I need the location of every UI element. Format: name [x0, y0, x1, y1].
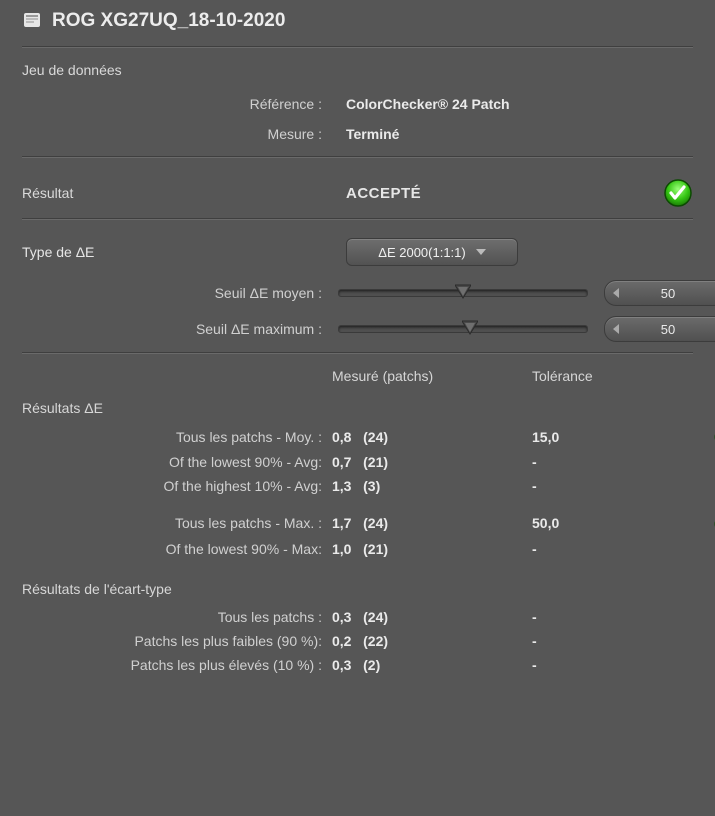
row-status: - [692, 454, 715, 470]
max-threshold-label: Seuil ΔE maximum : [22, 321, 322, 337]
measure-label: Mesure : [22, 126, 322, 142]
results-table: Mesuré (patchs) Tolérance Résultats ΔE T… [22, 368, 693, 673]
row-status: - [692, 478, 715, 494]
row-label: Of the lowest 90% - Max: [22, 541, 322, 557]
divider [22, 218, 693, 220]
row-label: Tous les patchs : [22, 609, 322, 625]
title-bar: ROG XG27UQ_18-10-2020 [22, 8, 693, 42]
avg-threshold-slider[interactable] [338, 289, 588, 297]
row-tolerance: - [532, 541, 682, 557]
divider [22, 352, 693, 354]
row-status [692, 428, 715, 446]
arrow-left-icon[interactable] [613, 324, 619, 334]
row-label: Of the highest 10% - Avg: [22, 478, 322, 494]
row-label: Patchs les plus élevés (10 %) : [22, 657, 322, 673]
row-label: Tous les patchs - Moy. : [22, 429, 322, 445]
measured-header: Mesuré (patchs) [332, 368, 522, 384]
row-measured: 0,3 (2) [332, 657, 522, 673]
deltaE-results-heading: Résultats ΔE [22, 400, 693, 416]
table-row: Of the highest 10% - Avg:1,3 (3)-- [22, 478, 693, 494]
reference-label: Référence : [22, 96, 322, 112]
table-row: Patchs les plus élevés (10 %) :0,3 (2)-- [22, 657, 693, 673]
row-tolerance: - [532, 609, 682, 625]
slider-thumb-icon[interactable] [455, 283, 471, 299]
checkmark-icon [663, 178, 693, 208]
avg-threshold-label: Seuil ΔE moyen : [22, 285, 322, 301]
row-tolerance: 50,0 [532, 515, 682, 531]
result-label: Résultat [22, 185, 322, 201]
max-threshold-value: 50 [661, 322, 675, 337]
stddev-results-heading: Résultats de l'écart-type [22, 581, 693, 597]
row-tolerance: - [532, 633, 682, 649]
row-status [692, 514, 715, 532]
reference-value: ColorChecker® 24 Patch [346, 96, 693, 112]
row-measured: 0,7 (21) [332, 454, 522, 470]
row-tolerance: 15,0 [532, 429, 682, 445]
row-tolerance: - [532, 478, 682, 494]
avg-threshold-value: 50 [661, 286, 675, 301]
chevron-down-icon [476, 249, 486, 255]
tolerance-header: Tolérance [532, 368, 682, 384]
table-row: Tous les patchs :0,3 (24)-- [22, 609, 693, 625]
row-measured: 0,3 (24) [332, 609, 522, 625]
row-measured: 1,3 (3) [332, 478, 522, 494]
row-status: - [692, 541, 715, 557]
deltaE-type-dropdown[interactable]: ΔE 2000(1:1:1) [346, 238, 518, 266]
page-title: ROG XG27UQ_18-10-2020 [52, 10, 285, 32]
avg-threshold-stepper[interactable]: 50 [604, 280, 715, 306]
arrow-left-icon[interactable] [613, 288, 619, 298]
row-label: Tous les patchs - Max. : [22, 515, 322, 531]
deltaE-type-value: ΔE 2000(1:1:1) [378, 245, 465, 260]
row-measured: 1,7 (24) [332, 515, 522, 531]
divider [22, 156, 693, 158]
divider [22, 46, 693, 48]
table-row: Of the lowest 90% - Max:1,0 (21)-- [22, 541, 693, 557]
row-measured: 1,0 (21) [332, 541, 522, 557]
table-row: Patchs les plus faibles (90 %): 0,2 (22)-… [22, 633, 693, 649]
deltaE-type-label: Type de ΔE [22, 244, 322, 260]
row-measured: 0,8 (24) [332, 429, 522, 445]
row-status: - [692, 609, 715, 625]
result-value: ACCEPTÉ [346, 185, 625, 202]
row-status: - [692, 657, 715, 673]
row-measured: 0,2 (22) [332, 633, 522, 649]
table-row: Tous les patchs - Moy. : 0,8 (24) 15,0 [22, 428, 693, 446]
max-threshold-slider[interactable] [338, 325, 588, 333]
row-label: Of the lowest 90% - Avg: [22, 454, 322, 470]
row-tolerance: - [532, 657, 682, 673]
row-status: - [692, 633, 715, 649]
slider-thumb-icon[interactable] [462, 319, 478, 335]
max-threshold-stepper[interactable]: 50 [604, 316, 715, 342]
row-label: Patchs les plus faibles (90 %): [22, 633, 322, 649]
notebook-icon [22, 10, 44, 32]
dataset-heading: Jeu de données [22, 62, 693, 78]
measure-value: Terminé [346, 126, 693, 142]
row-tolerance: - [532, 454, 682, 470]
table-row: Of the lowest 90% - Avg:0,7 (21)-- [22, 454, 693, 470]
table-row: Tous les patchs - Max. : 1,7 (24) 50,0 [22, 514, 693, 532]
